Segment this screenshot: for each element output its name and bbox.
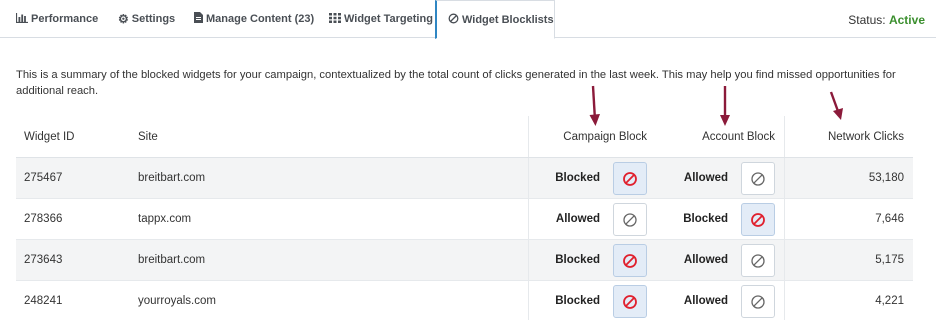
header-site: Site	[138, 130, 158, 143]
campaign-block-state: Allowed	[555, 213, 600, 225]
column-divider	[528, 199, 529, 239]
block-icon	[751, 212, 765, 227]
document-icon	[194, 12, 203, 26]
tab-label: Widget Targeting	[344, 13, 433, 25]
tab-label: Performance	[31, 13, 99, 25]
campaign-block-toggle[interactable]	[613, 285, 647, 318]
account-block-toggle[interactable]	[741, 285, 775, 318]
site-name: tappx.com	[138, 213, 192, 225]
bar-chart-icon	[15, 12, 28, 26]
table-row: 275467 breitbart.com Blocked Allowed 53,…	[16, 158, 913, 199]
account-block-state: Blocked	[683, 213, 728, 225]
account-block-toggle[interactable]	[741, 244, 775, 277]
tab-bar: Performance ⚙ Settings Manage Content (2…	[0, 0, 936, 39]
widget-id: 273643	[24, 254, 63, 266]
status-value: Active	[888, 13, 925, 27]
tab-widget-blocklists[interactable]: Widget Blocklists	[435, 0, 555, 39]
campaign-block-toggle[interactable]	[613, 203, 647, 236]
column-divider	[528, 281, 529, 320]
network-clicks: 5,175	[875, 254, 904, 266]
tab-label: Manage Content (23)	[206, 13, 315, 25]
column-divider	[784, 158, 785, 198]
widget-id: 248241	[24, 295, 63, 307]
block-icon	[448, 13, 459, 27]
block-icon	[623, 212, 637, 227]
column-divider	[784, 240, 785, 280]
tab-label: Widget Blocklists	[462, 13, 554, 26]
tab-performance[interactable]: Performance	[15, 0, 99, 38]
block-icon	[751, 253, 765, 268]
column-divider	[784, 281, 785, 320]
campaign-block-state: Blocked	[555, 254, 600, 266]
network-clicks: 4,221	[875, 295, 904, 307]
block-icon	[751, 171, 765, 186]
campaign-block-state: Blocked	[555, 172, 600, 184]
table-row: 273643 breitbart.com Blocked Allowed 5,1…	[16, 240, 913, 281]
block-icon	[623, 294, 637, 309]
account-block-toggle[interactable]	[741, 203, 775, 236]
table-row: 278366 tappx.com Allowed Blocked 7,646	[16, 199, 913, 240]
network-clicks: 53,180	[868, 172, 904, 184]
grid-icon	[329, 12, 341, 26]
column-divider	[784, 116, 785, 157]
account-block-state: Allowed	[683, 295, 728, 307]
table-row: 248241 yourroyals.com Blocked Allowed 4,…	[16, 281, 913, 320]
campaign-block-toggle[interactable]	[613, 162, 647, 195]
account-block-state: Allowed	[683, 172, 728, 184]
blocklist-description: This is a summary of the blocked widgets…	[16, 69, 896, 97]
header-widget-id: Widget ID	[24, 130, 75, 143]
gear-icon: ⚙	[118, 12, 129, 26]
network-clicks: 7,646	[875, 213, 904, 225]
tab-label: Settings	[131, 13, 176, 25]
campaign-block-toggle[interactable]	[613, 244, 647, 277]
status-label: Status:	[848, 13, 886, 27]
block-icon	[623, 253, 637, 268]
campaign-block-state: Blocked	[555, 295, 600, 307]
blocklist-table: Widget ID Site Campaign Block Account Bl…	[16, 116, 913, 320]
site-name: breitbart.com	[138, 172, 206, 184]
column-divider	[784, 199, 785, 239]
account-block-state: Allowed	[683, 254, 728, 266]
column-divider	[528, 240, 529, 280]
tab-settings[interactable]: ⚙ Settings	[118, 0, 175, 38]
header-network-clicks: Network Clicks	[827, 130, 904, 143]
tab-widget-targeting[interactable]: Widget Targeting	[329, 0, 433, 38]
block-icon	[623, 171, 637, 186]
tab-manage-content[interactable]: Manage Content (23)	[194, 0, 314, 38]
site-name: yourroyals.com	[138, 295, 216, 307]
column-divider	[528, 116, 529, 157]
header-account-block: Account Block	[702, 130, 775, 143]
table-header-row: Widget ID Site Campaign Block Account Bl…	[16, 116, 913, 158]
header-campaign-block: Campaign Block	[563, 130, 647, 143]
account-block-toggle[interactable]	[741, 162, 775, 195]
column-divider	[528, 158, 529, 198]
block-icon	[751, 294, 765, 309]
widget-id: 275467	[24, 172, 63, 184]
widget-id: 278366	[24, 213, 63, 225]
campaign-status: Status: Active	[848, 13, 925, 27]
site-name: breitbart.com	[138, 254, 206, 266]
